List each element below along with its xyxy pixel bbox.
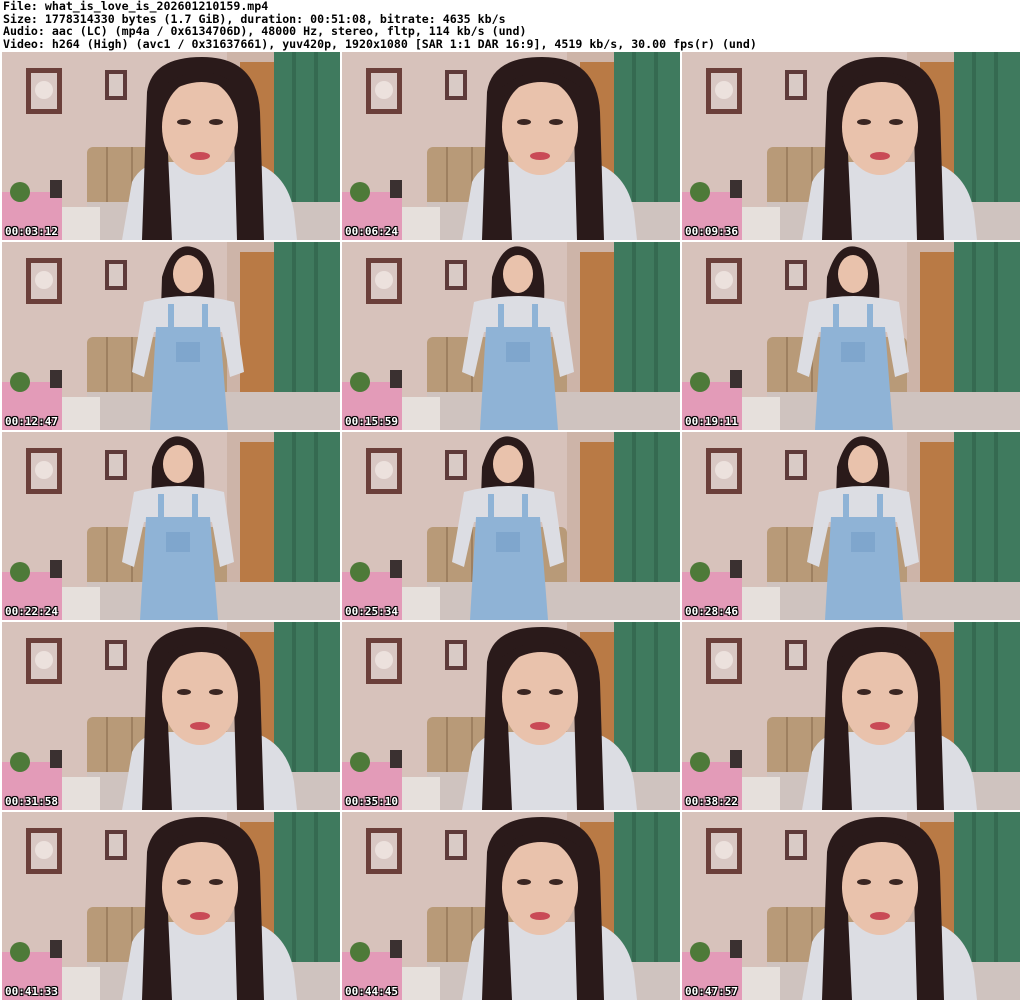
- frame-timestamp: 00:09:36: [685, 225, 738, 238]
- video-info-line: Video: h264 (High) (avc1 / 0x31637661), …: [3, 36, 757, 51]
- frame-timestamp: 00:47:57: [685, 985, 738, 998]
- frame-timestamp: 00:38:22: [685, 795, 738, 808]
- audio-info-line: Audio: aac (LC) (mp4a / 0x6134706D), 480…: [3, 24, 527, 39]
- frame-timestamp: 00:15:59: [345, 415, 398, 428]
- frame-timestamp: 00:31:58: [5, 795, 58, 808]
- thumbnail-frame: 00:22:24: [2, 432, 340, 620]
- frame-timestamp: 00:03:12: [5, 225, 58, 238]
- thumbnail-frame: 00:41:33: [2, 812, 340, 1000]
- frame-timestamp: 00:28:46: [685, 605, 738, 618]
- file-info-header: File: what_is_love_is_202601210159.mp4 S…: [3, 0, 1021, 50]
- thumbnail-frame: 00:47:57: [682, 812, 1020, 1000]
- frame-timestamp: 00:12:47: [5, 415, 58, 428]
- thumbnail-frame: 00:15:59: [342, 242, 680, 430]
- thumbnail-frame: 00:19:11: [682, 242, 1020, 430]
- thumbnail-frame: 00:28:46: [682, 432, 1020, 620]
- thumbnail-grid: 00:03:12 00:06:24 00:09:36 00:12:47 00:1…: [2, 52, 1020, 1000]
- frame-timestamp: 00:25:34: [345, 605, 398, 618]
- file-name-line: File: what_is_love_is_202601210159.mp4: [3, 0, 269, 13]
- thumbnail-frame: 00:38:22: [682, 622, 1020, 810]
- thumbnail-frame: 00:25:34: [342, 432, 680, 620]
- thumbnail-frame: 00:12:47: [2, 242, 340, 430]
- frame-timestamp: 00:44:45: [345, 985, 398, 998]
- thumbnail-frame: 00:44:45: [342, 812, 680, 1000]
- thumbnail-frame: 00:35:10: [342, 622, 680, 810]
- frame-timestamp: 00:22:24: [5, 605, 58, 618]
- thumbnail-frame: 00:09:36: [682, 52, 1020, 240]
- frame-timestamp: 00:41:33: [5, 985, 58, 998]
- frame-timestamp: 00:19:11: [685, 415, 738, 428]
- frame-timestamp: 00:35:10: [345, 795, 398, 808]
- thumbnail-frame: 00:03:12: [2, 52, 340, 240]
- thumbnail-frame: 00:31:58: [2, 622, 340, 810]
- frame-timestamp: 00:06:24: [345, 225, 398, 238]
- thumbnail-frame: 00:06:24: [342, 52, 680, 240]
